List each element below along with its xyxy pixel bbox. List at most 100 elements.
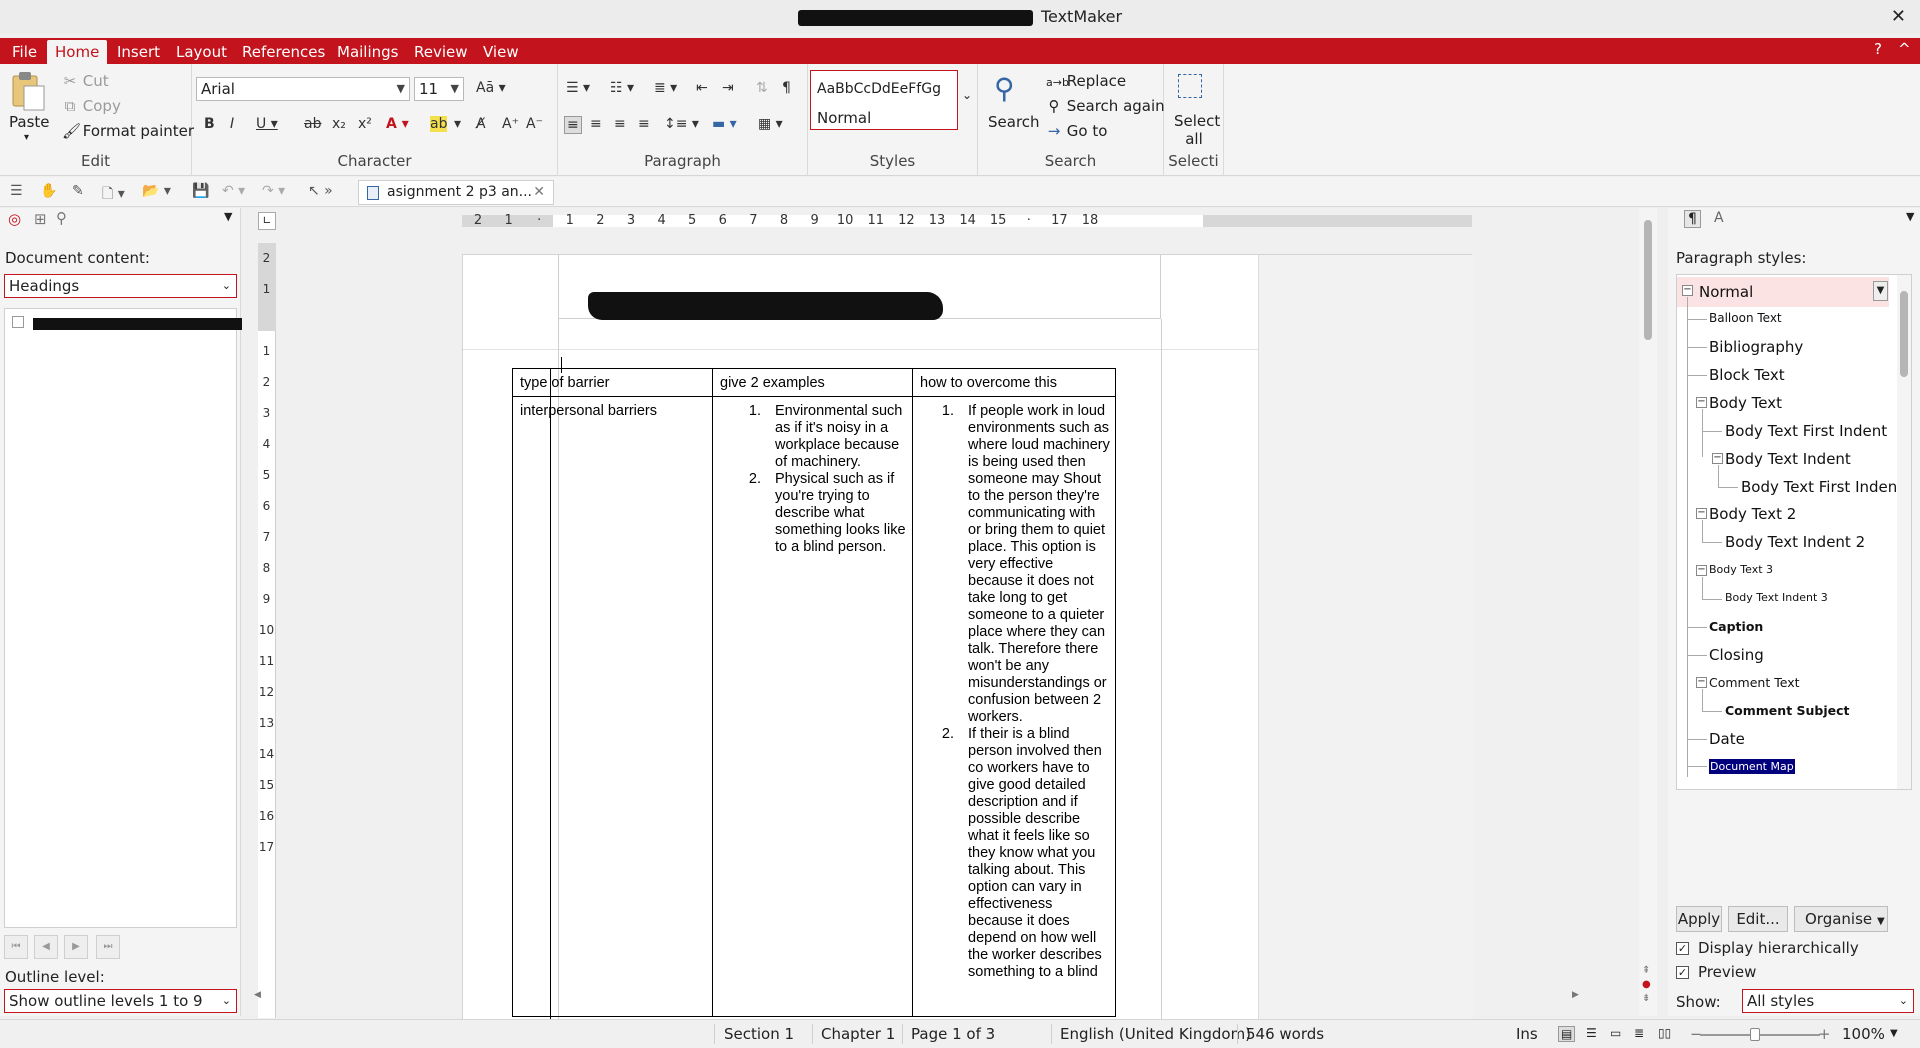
- status-zoom[interactable]: 100%: [1842, 1025, 1885, 1043]
- close-window-icon[interactable]: ✕: [1891, 0, 1906, 34]
- style-item[interactable]: Bibliography: [1709, 338, 1803, 356]
- style-item[interactable]: Closing: [1709, 646, 1764, 664]
- vertical-scrollbar[interactable]: ⇞ ● ⇟: [1639, 208, 1657, 1016]
- tab-layout[interactable]: Layout: [168, 40, 235, 64]
- apply-button[interactable]: Apply: [1676, 906, 1722, 932]
- table-cell[interactable]: If people work in loud environments such…: [912, 396, 1116, 1017]
- undo-icon[interactable]: ↶ ▾: [222, 183, 245, 199]
- style-item[interactable]: Comment Text: [1709, 675, 1800, 690]
- styles-dropdown-icon[interactable]: ⌄: [962, 88, 972, 102]
- table-cell[interactable]: interpersonal barriers: [512, 396, 713, 1017]
- menu-icon[interactable]: ☰: [10, 183, 23, 199]
- master-page-view-icon[interactable]: ▭: [1610, 1026, 1621, 1040]
- style-item[interactable]: Body Text Indent: [1725, 450, 1851, 468]
- superscript-button[interactable]: x²: [358, 116, 372, 132]
- search-icon[interactable]: ⚲: [56, 209, 67, 227]
- align-right-button[interactable]: ≡: [614, 116, 626, 132]
- last-heading-button[interactable]: ⏭: [96, 935, 120, 959]
- help-icon[interactable]: ?: [1874, 40, 1882, 58]
- scrollbar-thumb[interactable]: [1900, 291, 1908, 377]
- align-left-button[interactable]: ≡: [564, 116, 582, 134]
- increase-indent-button[interactable]: ⇥: [722, 80, 734, 96]
- horizontal-ruler[interactable]: 2 1 · 1 2 3 4 5 6 7 8 9 10 11 12 13 14 15 · 17 18: [462, 212, 1472, 230]
- format-painter-button[interactable]: 🖌 Format painter: [62, 122, 194, 140]
- open-folder-icon[interactable]: 📂 ▾: [142, 183, 171, 199]
- bookmarks-icon[interactable]: ⊞: [34, 210, 47, 228]
- goto-button[interactable]: → Go to: [1046, 122, 1108, 140]
- multilevel-list-button[interactable]: ≣ ▾: [654, 80, 677, 96]
- style-item[interactable]: Caption: [1709, 619, 1763, 634]
- table-cell[interactable]: give 2 examples: [712, 368, 913, 397]
- status-page[interactable]: Page 1 of 3: [911, 1025, 995, 1043]
- outline-item[interactable]: [9, 313, 267, 331]
- cut-button[interactable]: ✂ Cut: [62, 72, 109, 90]
- style-item[interactable]: Block Text: [1709, 366, 1785, 384]
- panel-menu-icon[interactable]: ▼: [224, 210, 232, 223]
- draft-view-icon[interactable]: ≣: [1634, 1026, 1644, 1040]
- borders-button[interactable]: ▦ ▾: [758, 116, 783, 132]
- style-item[interactable]: Body Text First Indent: [1725, 422, 1887, 440]
- shading-button[interactable]: ▬ ▾: [712, 116, 737, 132]
- select-all-button[interactable]: Select all: [1174, 112, 1220, 148]
- highlight-dropdown-icon[interactable]: ▾: [454, 116, 461, 132]
- book-view-icon[interactable]: ▯▯: [1658, 1026, 1671, 1040]
- bold-button[interactable]: B: [204, 116, 215, 132]
- preview-checkbox[interactable]: ✓: [1676, 966, 1689, 979]
- search-again-button[interactable]: ⚲ Search again: [1046, 97, 1165, 115]
- style-item[interactable]: Body Text 2: [1709, 505, 1796, 523]
- font-size-combo[interactable]: 11 ▼: [414, 77, 464, 101]
- outline-view-icon[interactable]: ☰: [1586, 1026, 1597, 1040]
- tab-view[interactable]: View: [475, 40, 527, 64]
- strikethrough-button[interactable]: ab: [304, 116, 321, 132]
- tab-references[interactable]: References: [234, 40, 333, 64]
- italic-button[interactable]: I: [230, 116, 234, 132]
- grow-font-button[interactable]: A⁺: [502, 116, 519, 132]
- change-case-button[interactable]: Aā ▾: [476, 80, 506, 96]
- table-cell[interactable]: how to overcome this: [912, 368, 1116, 397]
- edit-style-button[interactable]: Edit...: [1728, 906, 1788, 932]
- tab-stop-selector[interactable]: ∟: [258, 212, 276, 230]
- style-item[interactable]: Body Text Indent 2: [1725, 533, 1865, 551]
- hand-icon[interactable]: ✋: [40, 183, 57, 199]
- organise-button[interactable]: Organise ▼: [1794, 906, 1888, 932]
- outline-checkbox[interactable]: [12, 316, 24, 328]
- close-tab-icon[interactable]: ✕: [533, 181, 545, 204]
- table-cell[interactable]: Environmental such as if it's noisy in a…: [712, 396, 913, 1017]
- scroll-right-icon[interactable]: ▶: [1572, 990, 1579, 1000]
- prev-heading-button[interactable]: ◀: [34, 935, 58, 959]
- scroll-left-icon[interactable]: ◀: [254, 990, 261, 1000]
- panel-menu-icon[interactable]: ▼: [1906, 210, 1914, 223]
- align-center-button[interactable]: ≡: [590, 116, 602, 132]
- collapse-icon[interactable]: −: [1682, 285, 1693, 296]
- replace-button[interactable]: a→b Replace: [1046, 72, 1126, 90]
- outline-level-select[interactable]: Show outline levels 1 to 9 ⌄: [4, 989, 237, 1013]
- paragraph-styles-tab-icon[interactable]: ¶: [1684, 210, 1701, 228]
- zoom-dropdown-icon[interactable]: ▼: [1890, 1028, 1898, 1039]
- collapse-icon[interactable]: −: [1696, 508, 1707, 519]
- zoom-in-icon[interactable]: +: [1818, 1025, 1831, 1043]
- underline-button[interactable]: U ▾: [256, 116, 278, 132]
- style-item[interactable]: Body Text Indent 3: [1725, 591, 1828, 604]
- font-name-combo[interactable]: Arial ▼: [196, 77, 410, 101]
- new-document-icon[interactable]: 🗋 ▾: [102, 183, 125, 207]
- style-item[interactable]: Body Text 3: [1709, 563, 1773, 576]
- status-language[interactable]: English (United Kingdom): [1060, 1025, 1251, 1043]
- vertical-ruler[interactable]: 2 1 1 2 3 4 5 6 7 8 9 10 11 12 13 14 15 16 17: [258, 243, 276, 1018]
- clear-formatting-button[interactable]: A̸: [476, 116, 486, 132]
- numbered-list-button[interactable]: ☷ ▾: [610, 80, 634, 96]
- style-item[interactable]: Comment Subject: [1725, 703, 1850, 718]
- decrease-indent-button[interactable]: ⇤: [696, 80, 708, 96]
- redo-icon[interactable]: ↷ ▾: [262, 183, 285, 199]
- paste-button[interactable]: Paste: [9, 113, 50, 131]
- tab-insert[interactable]: Insert: [109, 40, 168, 64]
- style-list-scrollbar[interactable]: [1897, 275, 1911, 789]
- search-icon[interactable]: ⚲: [994, 72, 1015, 105]
- next-heading-button[interactable]: ▶: [64, 935, 88, 959]
- collapse-icon[interactable]: −: [1696, 677, 1707, 688]
- subscript-button[interactable]: x₂: [332, 116, 346, 132]
- edit-icon[interactable]: ✎: [72, 183, 84, 199]
- navigator-icon[interactable]: ◎: [8, 210, 21, 228]
- table-cell[interactable]: type of barrier: [512, 368, 713, 397]
- style-list[interactable]: − Normal ▼ Balloon Text Bibliography Blo…: [1676, 274, 1912, 790]
- status-insert-mode[interactable]: Ins: [1516, 1025, 1538, 1043]
